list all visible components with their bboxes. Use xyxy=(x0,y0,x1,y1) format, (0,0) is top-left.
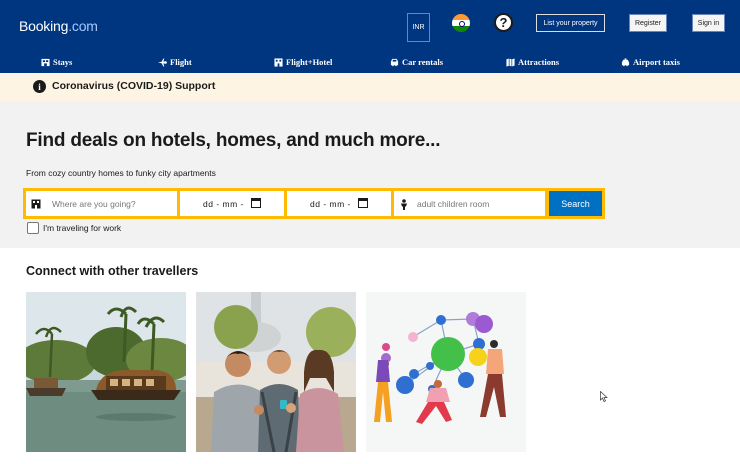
network-card[interactable] xyxy=(366,292,526,452)
houseboat-card[interactable] xyxy=(26,292,186,452)
nav-item-flight-hotel[interactable]: Flight+Hotel xyxy=(274,57,332,67)
help-icon[interactable]: ? xyxy=(494,13,513,32)
nav-label: Car rentals xyxy=(402,57,444,67)
hero-section: Find deals on hotels, homes, and much mo… xyxy=(0,101,740,248)
nav-item-stays[interactable]: Stays xyxy=(41,57,72,67)
nav-label: Flight+Hotel xyxy=(286,57,333,67)
logo-main-text: Booking xyxy=(19,18,69,34)
destination-field[interactable]: Where are you going? xyxy=(26,191,177,216)
currency-button[interactable]: INR xyxy=(407,13,430,42)
taxi-icon xyxy=(621,57,630,66)
checkin-value: dd - mm - xyxy=(203,198,244,209)
calendar-icon[interactable] xyxy=(251,198,261,208)
work-travel-option[interactable]: I'm traveling for work xyxy=(27,222,121,234)
person-icon xyxy=(401,199,407,210)
register-button[interactable]: Register xyxy=(629,14,667,32)
building-icon xyxy=(274,57,283,67)
covid-support-link[interactable]: Coronavirus (COVID-19) Support xyxy=(52,80,215,92)
nav-label: Attractions xyxy=(518,57,560,67)
building-icon xyxy=(31,199,41,209)
mouse-cursor-icon xyxy=(600,391,608,402)
nav-item-car-rentals[interactable]: Car rentals xyxy=(390,57,443,67)
destination-placeholder: Where are you going? xyxy=(52,198,136,209)
booking-logo[interactable]: Booking.com xyxy=(19,18,98,34)
language-flag-icon[interactable] xyxy=(452,14,470,32)
main-nav: Stays Flight Flight+Hotel Car rentals At… xyxy=(0,52,740,73)
hero-subtitle: From cozy country homes to funky city ap… xyxy=(26,168,216,178)
work-travel-label: I'm traveling for work xyxy=(43,223,122,233)
checkin-date-field[interactable]: dd - mm - xyxy=(180,191,284,216)
covid-banner: i Coronavirus (COVID-19) Support xyxy=(0,73,740,101)
nav-item-flight[interactable]: Flight xyxy=(158,57,192,67)
sign-in-button[interactable]: Sign in xyxy=(692,14,725,32)
guests-field[interactable]: adult children room xyxy=(394,191,545,216)
nav-label: Airport taxis xyxy=(633,57,680,67)
connect-section-title: Connect with other travellers xyxy=(26,264,199,278)
houseboat-backwaters-image xyxy=(26,292,186,452)
hero-title: Find deals on hotels, homes, and much mo… xyxy=(26,130,441,151)
nav-item-attractions[interactable]: Attractions xyxy=(506,57,559,67)
people-network-illustration xyxy=(366,292,526,452)
nav-label: Stays xyxy=(53,57,73,67)
friends-card[interactable] xyxy=(196,292,356,452)
nav-label: Flight xyxy=(170,57,192,67)
list-property-button[interactable]: List your property xyxy=(536,14,605,32)
map-icon xyxy=(506,57,515,67)
bed-icon xyxy=(41,58,50,66)
friends-travelling-image xyxy=(196,292,356,452)
guests-placeholder: adult children room xyxy=(417,198,490,209)
checkout-date-field[interactable]: dd - mm - xyxy=(287,191,391,216)
work-travel-checkbox[interactable] xyxy=(27,222,39,234)
plane-icon xyxy=(158,57,167,67)
info-icon: i xyxy=(33,80,46,93)
calendar-icon[interactable] xyxy=(358,198,368,208)
nav-item-airport-taxis[interactable]: Airport taxis xyxy=(621,57,680,67)
car-icon xyxy=(390,58,399,66)
search-button[interactable]: Search xyxy=(549,191,602,216)
logo-suffix-text: .com xyxy=(68,18,98,34)
top-header: Booking.com INR ? List your property Reg… xyxy=(0,0,740,52)
checkout-value: dd - mm - xyxy=(310,198,351,209)
search-bar: Where are you going? dd - mm - dd - mm -… xyxy=(23,188,605,219)
